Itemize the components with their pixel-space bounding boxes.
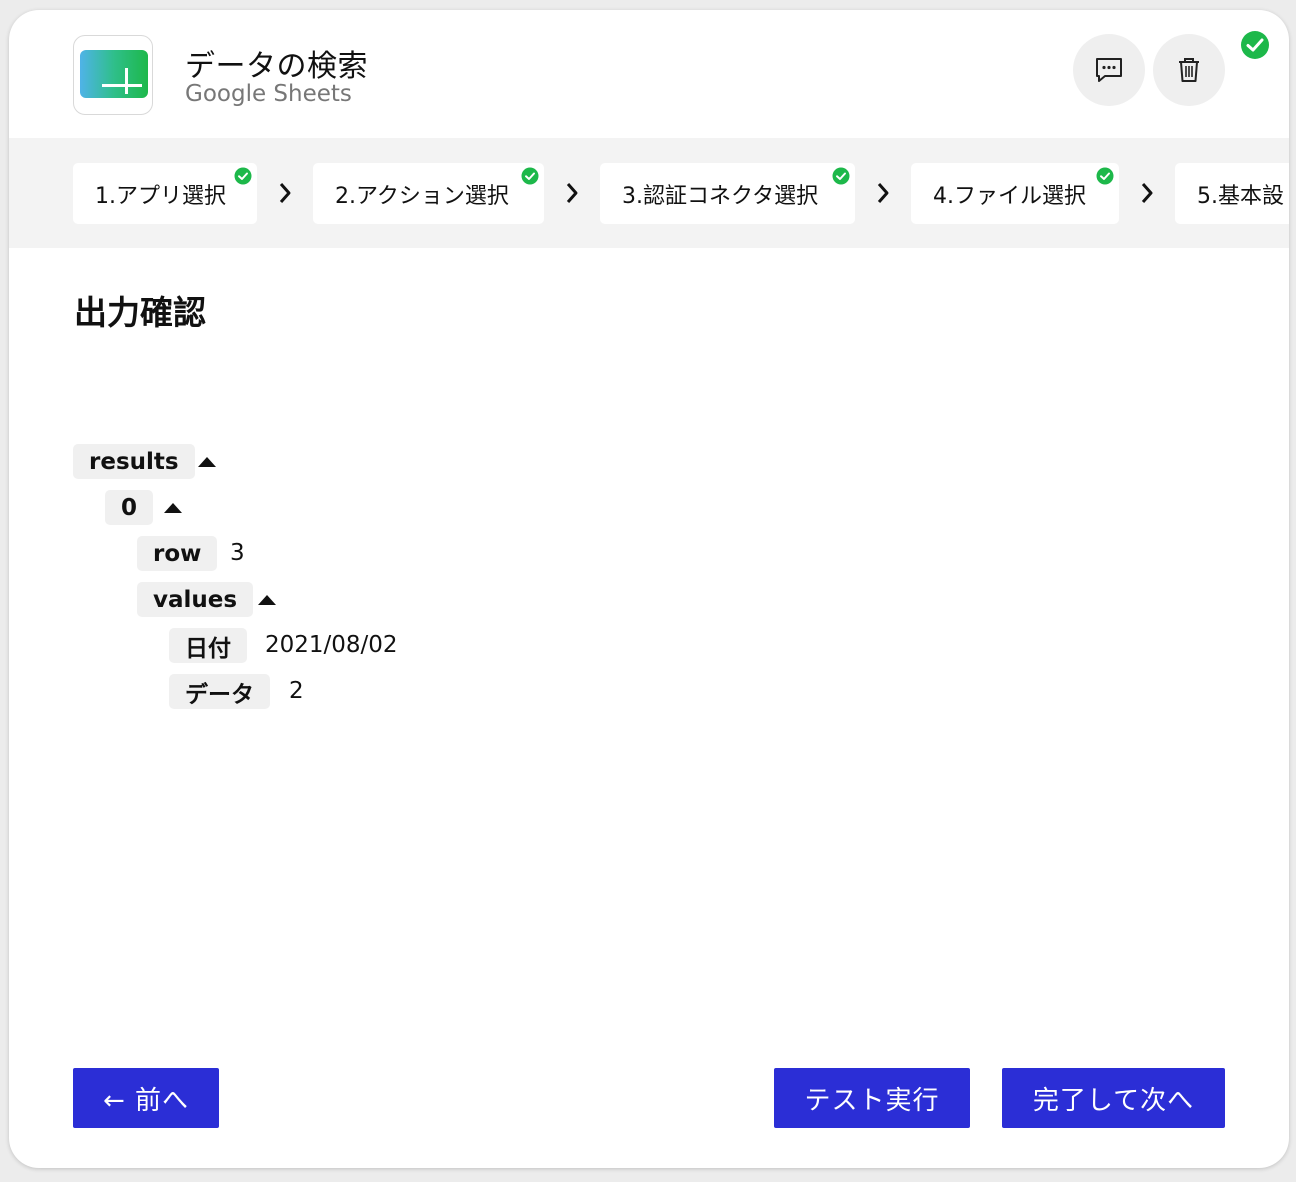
workflow-step-panel: データの検索 Google Sheets 1.アプリ選択 2.アクション選択 3… <box>9 10 1289 1168</box>
tree-value-row: 3 <box>230 540 245 566</box>
status-indicator <box>1240 30 1270 64</box>
chevron-right-icon <box>566 183 578 203</box>
tree-value-data: 2 <box>289 678 304 704</box>
complete-next-button[interactable]: 完了して次へ <box>1002 1068 1225 1128</box>
step-label: 2.アクション選択 <box>335 183 509 209</box>
comment-icon <box>1096 58 1122 82</box>
tree-key-values[interactable]: values <box>137 582 254 617</box>
step-label: 1.アプリ選択 <box>95 183 226 209</box>
caret-up-icon[interactable] <box>257 593 277 607</box>
delete-button[interactable] <box>1153 34 1225 106</box>
test-run-button[interactable]: テスト実行 <box>774 1068 970 1128</box>
caret-up-icon[interactable] <box>163 501 183 515</box>
chevron-right-icon <box>877 183 889 203</box>
tree-value-date: 2021/08/02 <box>265 632 398 658</box>
step-label: 3.認証コネクタ選択 <box>622 183 819 209</box>
tree-key-date: 日付 <box>169 628 247 663</box>
google-sheets-icon <box>80 50 148 98</box>
chevron-right-icon <box>1141 183 1153 203</box>
tree-key-results[interactable]: results <box>73 444 195 479</box>
page-title: データの検索 <box>185 49 368 84</box>
step-file-select[interactable]: 4.ファイル選択 <box>911 163 1119 224</box>
caret-up-icon[interactable] <box>197 455 217 469</box>
step-app-select[interactable]: 1.アプリ選択 <box>73 163 257 224</box>
tree-key-row: row <box>137 536 218 571</box>
step-connector-select[interactable]: 3.認証コネクタ選択 <box>600 163 855 224</box>
app-name: Google Sheets <box>185 81 352 107</box>
trash-icon <box>1179 58 1199 82</box>
check-circle-icon <box>1096 167 1114 185</box>
check-circle-icon <box>521 167 539 185</box>
step-basic-settings[interactable]: 5.基本設 <box>1175 163 1289 224</box>
comment-button[interactable] <box>1073 34 1145 106</box>
step-label: 5.基本設 <box>1197 183 1284 209</box>
check-circle-icon <box>1241 31 1269 59</box>
app-icon <box>73 35 153 115</box>
step-navigation: 1.アプリ選択 2.アクション選択 3.認証コネクタ選択 4.ファイル選択 5.… <box>9 138 1289 248</box>
tree-key-data: データ <box>169 674 270 709</box>
tree-key-index[interactable]: 0 <box>105 490 154 525</box>
chevron-right-icon <box>279 183 291 203</box>
check-circle-icon <box>832 167 850 185</box>
back-button[interactable]: ← 前へ <box>73 1068 219 1128</box>
step-action-select[interactable]: 2.アクション選択 <box>313 163 544 224</box>
step-label: 4.ファイル選択 <box>933 183 1086 209</box>
check-circle-icon <box>234 167 252 185</box>
section-title: 出力確認 <box>74 293 206 332</box>
